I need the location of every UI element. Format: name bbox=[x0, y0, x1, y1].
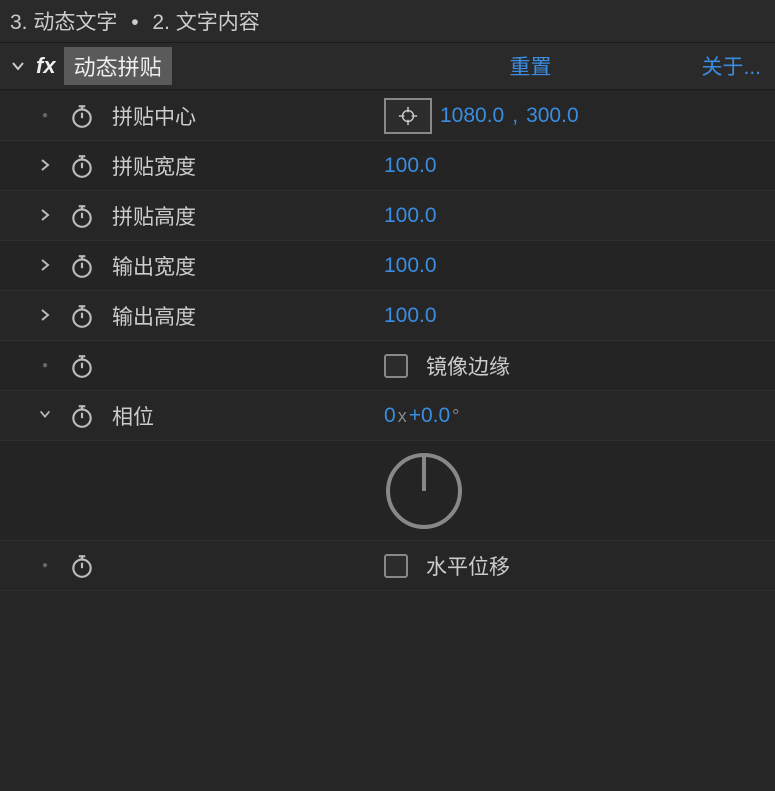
property-row-tile-height: 拼贴高度 100.0 bbox=[0, 191, 775, 241]
value-separator: , bbox=[512, 104, 518, 128]
property-label: 输出高度 bbox=[104, 301, 384, 331]
position-picker-button[interactable] bbox=[384, 98, 432, 134]
expand-toggle[interactable] bbox=[39, 255, 51, 276]
stopwatch-icon[interactable] bbox=[69, 553, 95, 579]
property-row-phase-dial bbox=[0, 441, 775, 541]
chevron-down-icon bbox=[38, 407, 52, 421]
stopwatch-icon[interactable] bbox=[69, 403, 95, 429]
chevron-down-icon bbox=[10, 58, 26, 74]
crosshair-icon bbox=[397, 105, 419, 127]
phase-degrees-value[interactable]: 0.0 bbox=[421, 404, 450, 427]
mirror-edges-label: 镜像边缘 bbox=[426, 351, 510, 381]
reset-link[interactable]: 重置 bbox=[509, 51, 551, 81]
breadcrumb-separator: • bbox=[131, 11, 138, 34]
property-row-horizontal-shift: ● 水平位移 bbox=[0, 541, 775, 591]
output-width-value[interactable]: 100.0 bbox=[384, 254, 437, 278]
tile-center-y-value[interactable]: 300.0 bbox=[526, 104, 579, 128]
phase-x-separator: x bbox=[398, 406, 407, 426]
bullet-icon: ● bbox=[42, 110, 48, 121]
tile-width-value[interactable]: 100.0 bbox=[384, 154, 437, 178]
effect-name[interactable]: 动态拼贴 bbox=[64, 47, 172, 85]
chevron-right-icon bbox=[39, 159, 51, 171]
phase-degree-unit: ° bbox=[452, 406, 459, 426]
stopwatch-icon[interactable] bbox=[69, 203, 95, 229]
property-label: 拼贴宽度 bbox=[104, 151, 384, 181]
property-label: 拼贴高度 bbox=[104, 201, 384, 231]
tile-center-x-value[interactable]: 1080.0 bbox=[440, 104, 504, 128]
property-label: 相位 bbox=[104, 401, 384, 431]
output-height-value[interactable]: 100.0 bbox=[384, 304, 437, 328]
stopwatch-icon[interactable] bbox=[69, 303, 95, 329]
property-row-output-width: 输出宽度 100.0 bbox=[0, 241, 775, 291]
expand-toggle[interactable] bbox=[39, 205, 51, 226]
breadcrumb-item-2[interactable]: 2. 文字内容 bbox=[152, 11, 259, 34]
phase-plus: + bbox=[409, 404, 421, 427]
property-row-tile-width: 拼贴宽度 100.0 bbox=[0, 141, 775, 191]
horizontal-shift-checkbox[interactable] bbox=[384, 554, 408, 578]
phase-dial[interactable] bbox=[384, 451, 464, 531]
property-label: 输出宽度 bbox=[104, 251, 384, 281]
effect-header: fx 动态拼贴 重置 关于... bbox=[0, 43, 775, 90]
chevron-right-icon bbox=[39, 309, 51, 321]
property-row-tile-center: ● 拼贴中心 1080.0, 300.0 bbox=[0, 91, 775, 141]
dial-icon bbox=[384, 451, 464, 531]
breadcrumb: 3. 动态文字 • 2. 文字内容 bbox=[0, 0, 775, 43]
stopwatch-icon[interactable] bbox=[69, 153, 95, 179]
chevron-right-icon bbox=[39, 259, 51, 271]
properties-panel: ● 拼贴中心 1080.0, 300.0 拼贴宽度 100.0 拼贴高度 100.… bbox=[0, 90, 775, 791]
stopwatch-icon[interactable] bbox=[69, 103, 95, 129]
bullet-icon: ● bbox=[42, 560, 48, 571]
mirror-edges-checkbox[interactable] bbox=[384, 354, 408, 378]
horizontal-shift-label: 水平位移 bbox=[426, 551, 510, 581]
stopwatch-icon[interactable] bbox=[69, 253, 95, 279]
property-label: 拼贴中心 bbox=[104, 101, 384, 131]
tile-height-value[interactable]: 100.0 bbox=[384, 204, 437, 228]
chevron-right-icon bbox=[39, 209, 51, 221]
effect-collapse-toggle[interactable] bbox=[6, 58, 30, 74]
property-row-phase: 相位 0x+0.0° bbox=[0, 391, 775, 441]
collapse-toggle[interactable] bbox=[38, 405, 52, 426]
empty-area bbox=[0, 591, 775, 791]
bullet-icon: ● bbox=[42, 360, 48, 371]
expand-toggle[interactable] bbox=[39, 305, 51, 326]
phase-revolutions-value[interactable]: 0 bbox=[384, 404, 396, 427]
stopwatch-icon[interactable] bbox=[69, 353, 95, 379]
fx-toggle[interactable]: fx bbox=[30, 53, 62, 79]
about-link[interactable]: 关于... bbox=[701, 51, 761, 81]
expand-toggle[interactable] bbox=[39, 155, 51, 176]
property-row-output-height: 输出高度 100.0 bbox=[0, 291, 775, 341]
breadcrumb-item-1[interactable]: 3. 动态文字 bbox=[10, 11, 117, 34]
property-row-mirror-edges: ● 镜像边缘 bbox=[0, 341, 775, 391]
